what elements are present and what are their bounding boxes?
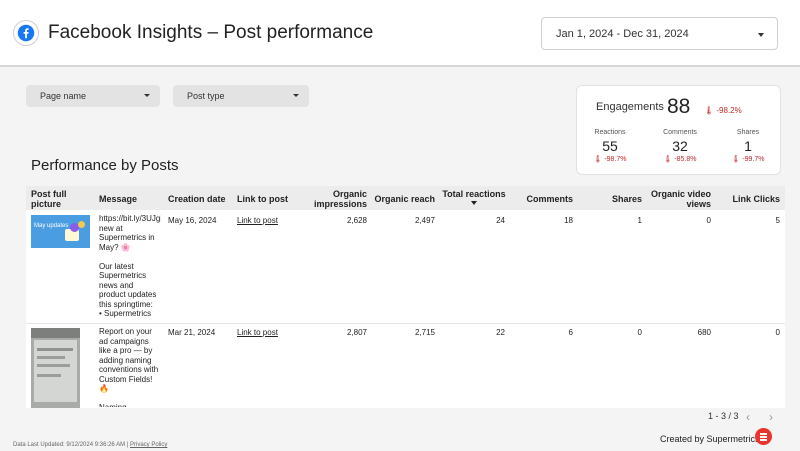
posts-table: Post full picture Message Creation date … <box>26 186 785 408</box>
engagements-delta-value: -98.2% <box>716 106 742 115</box>
date-range-picker[interactable]: Jan 1, 2024 - Dec 31, 2024 <box>541 17 778 50</box>
thumbnail-shape <box>37 374 61 377</box>
column-header-picture[interactable]: Post full picture <box>31 189 91 209</box>
organic-impressions: 2,807 <box>346 328 367 337</box>
reactions-delta: 🌡 -98.7% <box>593 156 627 163</box>
organic-reach: 2,715 <box>414 328 435 337</box>
footer-info: Data Last Updated: 9/12/2024 9:36:26 AM … <box>13 442 167 448</box>
organic-impressions: 2,628 <box>346 216 367 225</box>
column-header-impressions[interactable]: Organic impressions <box>296 189 367 209</box>
comments-delta: 🌡 -85.8% <box>663 156 697 163</box>
engagements-value: 88 <box>667 95 691 118</box>
post-type-filter[interactable]: Post type <box>173 85 309 107</box>
link-clicks: 5 <box>775 216 780 225</box>
chevron-right-icon[interactable]: › <box>769 410 773 424</box>
shares-label: Shares <box>736 129 760 136</box>
engagements-scorecard: Engagements 88 🌡 -98.2% Reactions 55 🌡 -… <box>576 85 781 175</box>
organic-video-views: 0 <box>706 216 711 225</box>
post-message: https://bit.ly/3UJgii7 new at Supermetri… <box>99 214 161 320</box>
comments-label: Comments <box>663 129 697 136</box>
chevron-down-icon <box>293 94 299 97</box>
comments-delta-value: -85.8% <box>674 156 697 163</box>
last-updated-text: Data Last Updated: 9/12/2024 9:36:26 AM <box>13 442 126 448</box>
thumbnail-shape <box>37 364 70 367</box>
column-header-reach[interactable]: Organic reach <box>371 194 435 204</box>
pagination-label: 1 - 3 / 3 <box>708 411 739 421</box>
logo-stripe <box>760 439 767 441</box>
logo-stripe <box>760 433 767 435</box>
chevron-left-icon[interactable]: ‹ <box>746 410 750 424</box>
reactions-value: 55 <box>602 138 618 154</box>
shares-delta-value: -99.7% <box>742 156 765 163</box>
post-thumbnail <box>31 328 80 408</box>
total-reactions: 22 <box>496 328 505 337</box>
column-header-link[interactable]: Link to post <box>237 194 288 204</box>
table-header: Post full picture Message Creation date … <box>26 186 785 210</box>
shares-metric: Shares 1 🌡 -99.7% <box>718 129 778 163</box>
chevron-down-icon <box>758 33 764 37</box>
thumbnail-shape <box>31 328 80 338</box>
organic-video-views: 680 <box>697 328 711 337</box>
engagements-delta: 🌡 -98.2% <box>704 106 742 115</box>
post-message: Report on your ad campaigns like a pro —… <box>99 327 159 407</box>
table-row[interactable]: Report on your ad campaigns like a pro —… <box>26 324 785 408</box>
comments-metric: Comments 32 🌡 -85.8% <box>650 129 710 163</box>
page-name-filter[interactable]: Page name <box>26 85 160 107</box>
table-row[interactable]: May updates https://bit.ly/3UJgii7 new a… <box>26 210 785 323</box>
privacy-policy-link[interactable]: Privacy Policy <box>130 442 167 448</box>
page-name-filter-label: Page name <box>40 91 87 101</box>
column-header-video-views[interactable]: Organic video views <box>646 189 711 209</box>
thumbnail-shape <box>37 356 65 359</box>
sort-descending-icon[interactable] <box>471 201 477 205</box>
logo-stripe <box>760 436 767 438</box>
reactions-label: Reactions <box>594 129 626 136</box>
section-title: Performance by Posts <box>31 157 179 174</box>
column-header-message[interactable]: Message <box>99 194 137 204</box>
facebook-icon <box>13 20 39 46</box>
header-bar: Facebook Insights – Post performance Jan… <box>0 0 800 67</box>
chevron-down-icon <box>144 94 150 97</box>
thumbnail-text: May updates <box>34 223 69 229</box>
date-range-value: Jan 1, 2024 - Dec 31, 2024 <box>556 28 689 40</box>
post-type-filter-label: Post type <box>187 91 225 101</box>
reactions-delta-value: -98.7% <box>604 156 627 163</box>
column-header-reactions[interactable]: Total reactions <box>439 189 509 205</box>
shares-value: 1 <box>744 138 752 154</box>
supermetrics-logo-icon <box>755 428 772 445</box>
organic-reach: 2,497 <box>414 216 435 225</box>
shares: 1 <box>637 216 642 225</box>
column-header-link-clicks[interactable]: Link Clicks <box>716 194 780 204</box>
thumbnail-circle-shape <box>78 221 85 228</box>
creation-date: May 16, 2024 <box>168 216 217 225</box>
creation-date: Mar 21, 2024 <box>168 328 216 337</box>
column-header-creation-date[interactable]: Creation date <box>168 194 226 204</box>
post-thumbnail: May updates <box>31 215 90 248</box>
page-title: Facebook Insights – Post performance <box>48 22 374 43</box>
column-header-shares[interactable]: Shares <box>578 194 642 204</box>
shares: 0 <box>637 328 642 337</box>
created-by-text: Created by Supermetrics <box>660 434 760 444</box>
comments-value: 32 <box>672 138 688 154</box>
link-to-post[interactable]: Link to post <box>237 328 278 337</box>
comments: 6 <box>568 328 573 337</box>
shares-delta: 🌡 -99.7% <box>731 156 765 163</box>
column-header-comments[interactable]: Comments <box>509 194 573 204</box>
link-to-post[interactable]: Link to post <box>237 216 278 225</box>
link-clicks: 0 <box>775 328 780 337</box>
engagements-label: Engagements <box>596 101 664 113</box>
thumbnail-shape <box>37 348 73 351</box>
column-header-reactions-label: Total reactions <box>442 189 506 199</box>
reactions-metric: Reactions 55 🌡 -98.7% <box>580 129 640 163</box>
total-reactions: 24 <box>496 216 505 225</box>
comments: 18 <box>564 216 573 225</box>
